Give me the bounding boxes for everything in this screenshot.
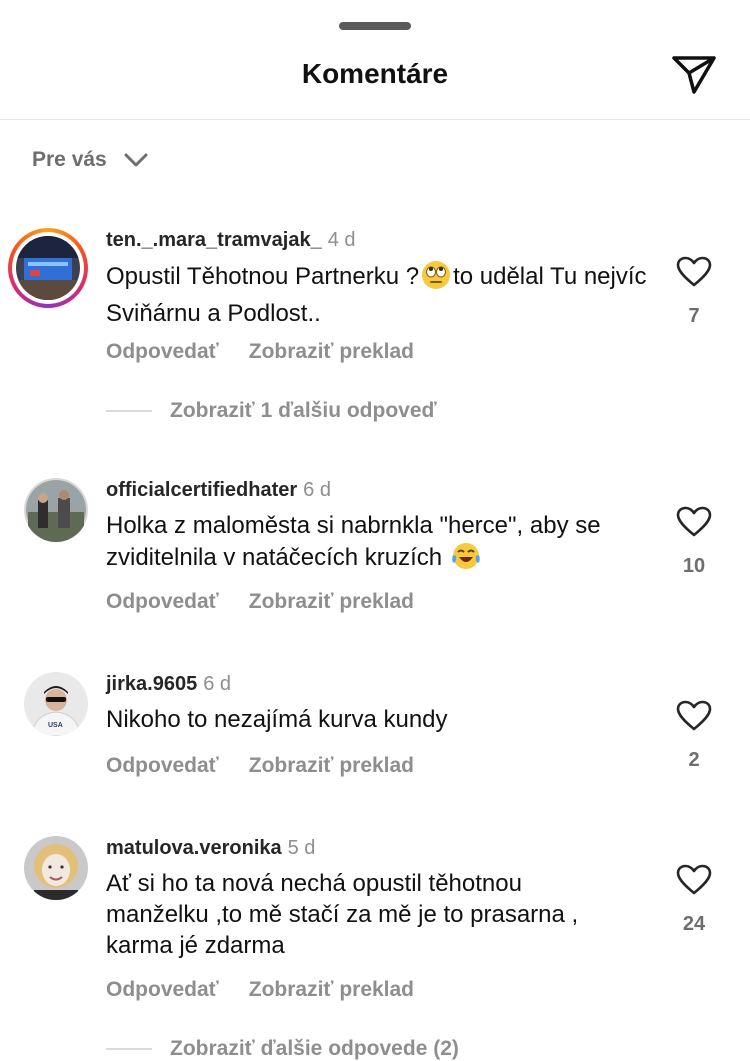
view-replies-button[interactable]: Zobraziť ďalšie odpovede (2)	[106, 1034, 459, 1061]
replies-divider	[106, 410, 152, 412]
sort-filter-dropdown[interactable]: Pre vás	[32, 145, 149, 175]
comment-username[interactable]: ten._.mara_tramvajak_	[106, 229, 322, 251]
view-replies-label: Zobraziť ďalšie odpovede (2)	[170, 1037, 459, 1060]
svg-text:USA: USA	[48, 722, 63, 729]
replies-divider	[106, 1048, 152, 1050]
header-divider	[0, 119, 750, 120]
reply-button[interactable]: Odpovedať	[106, 340, 219, 363]
comment-username[interactable]: matulova.veronika	[106, 837, 282, 859]
comment-time: 5 d	[287, 837, 316, 859]
comment-username[interactable]: officialcertifiedhater	[106, 479, 297, 501]
sort-filter-label: Pre vás	[32, 148, 107, 171]
avatar-story-ring[interactable]	[8, 228, 88, 308]
comments-header: Komentáre	[0, 40, 750, 118]
translate-button[interactable]: Zobraziť preklad	[249, 590, 414, 613]
comments-sheet: Komentáre Pre vás ten._.mara_tramvajak_ …	[0, 0, 750, 1061]
comment-text: Holka z maloměsta si nabrnkla "herce", a…	[106, 510, 656, 579]
translate-button[interactable]: Zobraziť preklad	[249, 754, 414, 777]
view-replies-label: Zobraziť 1 ďalšiu odpoveď	[170, 399, 437, 422]
heart-icon[interactable]	[676, 256, 712, 288]
comment-time: 6 d	[203, 673, 232, 695]
like-count: 24	[682, 913, 706, 935]
comment-text: Ať si ho ta nová nechá opustil těhotnou …	[106, 870, 579, 959]
reply-button[interactable]: Odpovedať	[106, 590, 219, 613]
avatar	[16, 236, 80, 300]
like-count: 10	[682, 555, 706, 577]
like-count: 2	[688, 749, 700, 771]
comment-text: Opustil Těhotnou Partnerku ? to udělal Tu…	[106, 260, 656, 329]
heart-icon[interactable]	[676, 864, 712, 896]
send-icon[interactable]	[668, 52, 720, 98]
avatar[interactable]: USA	[24, 672, 88, 736]
reply-button[interactable]: Odpovedať	[106, 978, 219, 1001]
translate-button[interactable]: Zobraziť preklad	[249, 978, 414, 1001]
face-with-tears-of-joy-icon	[451, 541, 481, 579]
heart-icon[interactable]	[676, 700, 712, 732]
heart-icon[interactable]	[676, 506, 712, 538]
comment-text: Nikoho to nezajímá kurva kundy	[106, 706, 448, 733]
comment-time: 6 d	[303, 479, 331, 501]
reply-button[interactable]: Odpovedať	[106, 754, 219, 777]
view-replies-button[interactable]: Zobraziť 1 ďalšiu odpoveď	[106, 396, 437, 426]
page-title: Komentáre	[301, 58, 449, 89]
comment-username[interactable]: jirka.9605	[106, 673, 197, 695]
avatar[interactable]	[24, 478, 88, 542]
translate-button[interactable]: Zobraziť preklad	[249, 340, 414, 363]
comment-time: 4 d	[327, 229, 356, 251]
like-count: 7	[688, 305, 700, 327]
avatar[interactable]	[24, 836, 88, 900]
chevron-down-icon	[124, 153, 148, 167]
drag-handle[interactable]	[339, 22, 411, 30]
face-with-rolling-eyes-icon	[421, 260, 451, 298]
